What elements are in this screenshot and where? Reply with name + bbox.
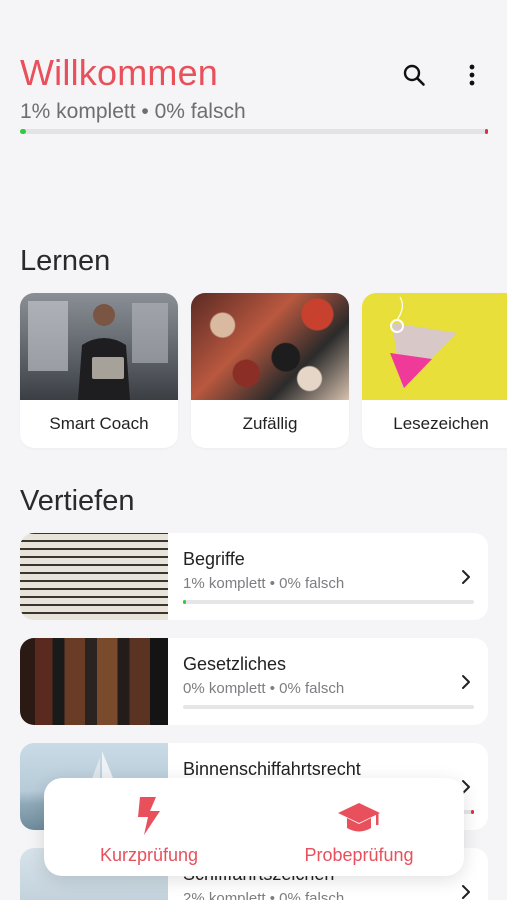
header-actions xyxy=(399,60,487,90)
smart-coach-image xyxy=(20,293,178,400)
topic-gesetzliches[interactable]: Gesetzliches 0% komplett • 0% falsch xyxy=(20,638,488,725)
section-title-learn: Lernen xyxy=(20,245,111,277)
bottom-action-bar: Kurzprüfung Probeprüfung xyxy=(44,778,464,876)
chevron-right-icon xyxy=(462,570,470,584)
topic-stats: 1% komplett • 0% falsch xyxy=(183,575,345,592)
chevron-right-icon xyxy=(462,885,470,899)
section-title-deepen: Vertiefen xyxy=(20,485,135,517)
graduation-cap-icon xyxy=(338,803,380,832)
topic-name: Binnenschiffahrtsrecht xyxy=(183,759,361,779)
card-label: Lesezeichen xyxy=(393,414,489,433)
overall-progress-fill xyxy=(20,129,26,134)
random-image xyxy=(191,293,349,400)
quick-test-label: Kurzprüfung xyxy=(99,845,199,865)
lightning-icon xyxy=(138,797,160,835)
law-books-image xyxy=(20,638,168,725)
topic-progress-bar xyxy=(183,705,474,709)
topic-begriffe[interactable]: Begriffe 1% komplett • 0% falsch xyxy=(20,533,488,620)
quick-test-button[interactable]: Kurzprüfung xyxy=(44,778,254,876)
topic-progress-bar xyxy=(183,600,474,604)
dictionary-image xyxy=(20,533,168,620)
card-random[interactable]: Zufällig xyxy=(191,293,349,448)
overall-wrong-marker xyxy=(485,129,488,134)
card-smart-coach[interactable]: Smart Coach xyxy=(20,293,178,448)
topic-name: Gesetzliches xyxy=(183,654,287,674)
topic-wrong-marker xyxy=(471,810,474,814)
card-label: Zufällig xyxy=(242,414,298,433)
status-bar xyxy=(0,0,507,30)
chevron-right-icon xyxy=(462,675,470,689)
more-vertical-icon[interactable] xyxy=(457,60,487,90)
overall-progress-text: 1% komplett • 0% falsch xyxy=(20,100,246,123)
overall-progress-bar xyxy=(20,129,488,134)
topic-stats: 0% komplett • 0% falsch xyxy=(183,680,345,697)
learn-cards: Smart Coach Zufällig Lesezeichen xyxy=(20,293,507,448)
topic-progress-fill xyxy=(183,600,187,604)
topic-name: Begriffe xyxy=(183,549,245,569)
card-bookmarks[interactable]: Lesezeichen xyxy=(362,293,507,448)
practice-exam-label: Probeprüfung xyxy=(304,845,414,865)
card-label: Smart Coach xyxy=(49,414,149,433)
bookmark-image xyxy=(362,293,507,400)
practice-exam-button[interactable]: Probeprüfung xyxy=(254,778,464,876)
search-icon[interactable] xyxy=(399,60,429,90)
header: Willkommen 1% komplett • 0% falsch xyxy=(20,52,487,124)
topic-stats: 2% komplett • 0% falsch xyxy=(183,890,345,900)
